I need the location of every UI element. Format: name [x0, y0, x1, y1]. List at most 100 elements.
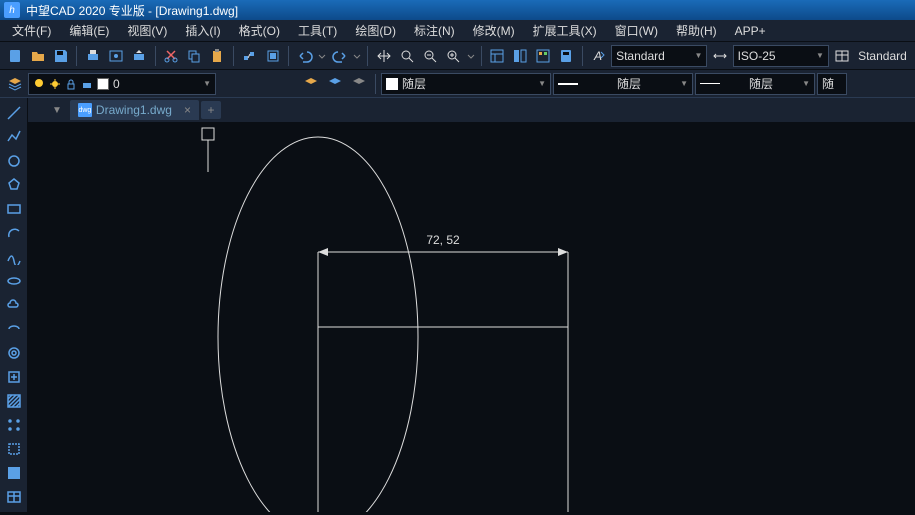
redo-button[interactable] [329, 45, 350, 67]
donut-button[interactable] [3, 342, 25, 364]
separator [76, 46, 77, 66]
dimension-text: 72, 52 [426, 233, 460, 247]
window-title: 中望CAD 2020 专业版 - [Drawing1.dwg] [26, 2, 238, 19]
polyline-button[interactable] [3, 126, 25, 148]
separator [375, 74, 376, 94]
copy-button[interactable] [184, 45, 205, 67]
close-icon[interactable]: × [184, 103, 191, 117]
separator [233, 46, 234, 66]
menu-tools[interactable]: 工具(T) [290, 20, 345, 41]
undo-dropdown-icon[interactable] [317, 45, 327, 67]
menu-edit[interactable]: 编辑(E) [61, 20, 117, 41]
zoom-dropdown-icon[interactable] [466, 45, 476, 67]
open-button[interactable] [27, 45, 48, 67]
titlebar: h 中望CAD 2020 专业版 - [Drawing1.dwg] [0, 0, 915, 20]
tool-palette-button[interactable] [533, 45, 554, 67]
table-button[interactable] [3, 486, 25, 508]
rectangle-button[interactable] [3, 198, 25, 220]
document-tab[interactable]: dwg Drawing1.dwg × [70, 100, 199, 120]
zoom-window-button[interactable] [443, 45, 464, 67]
separator [481, 46, 482, 66]
ellipse-button[interactable] [3, 270, 25, 292]
menu-extend[interactable]: 扩展工具(X) [525, 20, 605, 41]
zoom-realtime-button[interactable] [396, 45, 417, 67]
layer-manager-button[interactable] [4, 73, 26, 95]
linetype-value: 随层 [617, 75, 641, 92]
zoom-previous-button[interactable] [419, 45, 440, 67]
menu-view[interactable]: 视图(V) [119, 20, 175, 41]
drawing-canvas[interactable]: 72, 52 [28, 122, 915, 512]
chevron-down-icon: ▼ [695, 51, 703, 60]
menu-modify[interactable]: 修改(M) [465, 20, 523, 41]
save-button[interactable] [50, 45, 71, 67]
tab-list-dropdown-icon[interactable]: ▼ [52, 105, 62, 116]
separator [155, 46, 156, 66]
layer-dropdown[interactable]: 0 ▼ [28, 73, 216, 95]
main-area: ▼ dwg Drawing1.dwg × + [0, 98, 915, 512]
menu-draw[interactable]: 绘图(D) [347, 20, 404, 41]
wipeout-button[interactable] [3, 462, 25, 484]
layer-color-swatch [97, 78, 109, 90]
text-style-icon[interactable]: A [588, 45, 609, 67]
lineweight-preview-icon [700, 83, 720, 84]
lineweight-dropdown[interactable]: 随层 ▼ [695, 73, 815, 95]
menu-window[interactable]: 窗口(W) [607, 20, 666, 41]
redo-dropdown-icon[interactable] [352, 45, 362, 67]
ellipse-arc-button[interactable] [3, 318, 25, 340]
new-tab-button[interactable]: + [201, 101, 221, 119]
cloud-button[interactable] [3, 294, 25, 316]
separator [582, 46, 583, 66]
circle-button[interactable] [3, 150, 25, 172]
lineweight-value: 随层 [749, 75, 773, 92]
line-button[interactable] [3, 102, 25, 124]
match-button[interactable] [239, 45, 260, 67]
design-center-button[interactable] [510, 45, 531, 67]
arc-button[interactable] [3, 222, 25, 244]
spline-button[interactable] [3, 246, 25, 268]
menu-dimension[interactable]: 标注(N) [406, 20, 463, 41]
print-preview-button[interactable] [105, 45, 126, 67]
menu-insert[interactable]: 插入(I) [177, 20, 228, 41]
dim-style-value: ISO-25 [738, 49, 776, 63]
table-style-icon[interactable] [831, 45, 852, 67]
new-button[interactable] [4, 45, 25, 67]
menu-format[interactable]: 格式(O) [231, 20, 288, 41]
polygon-button[interactable] [3, 174, 25, 196]
tab-filename: Drawing1.dwg [96, 103, 172, 117]
layer-prev-button[interactable] [300, 73, 322, 95]
color-value: 随层 [402, 75, 426, 92]
cut-button[interactable] [161, 45, 182, 67]
sun-icon [49, 78, 61, 90]
region-button[interactable] [3, 438, 25, 460]
lightbulb-icon [33, 78, 45, 90]
print-button[interactable] [82, 45, 103, 67]
menubar: 文件(F) 编辑(E) 视图(V) 插入(I) 格式(O) 工具(T) 绘图(D… [0, 20, 915, 42]
properties-button[interactable] [487, 45, 508, 67]
point-button[interactable] [3, 414, 25, 436]
plotstyle-dropdown[interactable]: 随 [817, 73, 847, 95]
app-logo-icon: h [4, 2, 20, 18]
crosshair-cursor [202, 128, 214, 172]
linetype-dropdown[interactable]: 随层 ▼ [553, 73, 693, 95]
calc-button[interactable] [556, 45, 577, 67]
menu-file[interactable]: 文件(F) [4, 20, 59, 41]
color-dropdown[interactable]: 随层 ▼ [381, 73, 551, 95]
pan-button[interactable] [373, 45, 394, 67]
block-insert-button[interactable] [3, 366, 25, 388]
layer-state-button[interactable] [348, 73, 370, 95]
svg-text:A: A [593, 49, 602, 63]
menu-help[interactable]: 帮助(H) [668, 20, 725, 41]
undo-button[interactable] [294, 45, 315, 67]
chevron-down-icon: ▼ [816, 51, 824, 60]
menu-app[interactable]: APP+ [727, 22, 774, 40]
plotstyle-value: 随 [822, 75, 834, 92]
block-button[interactable] [262, 45, 283, 67]
text-style-dropdown[interactable]: Standard ▼ [611, 45, 707, 67]
publish-button[interactable] [129, 45, 150, 67]
text-style-value: Standard [616, 49, 665, 63]
paste-button[interactable] [207, 45, 228, 67]
hatch-button[interactable] [3, 390, 25, 412]
dim-style-dropdown[interactable]: ISO-25 ▼ [733, 45, 829, 67]
dim-style-icon[interactable] [709, 45, 730, 67]
layer-iso-button[interactable] [324, 73, 346, 95]
